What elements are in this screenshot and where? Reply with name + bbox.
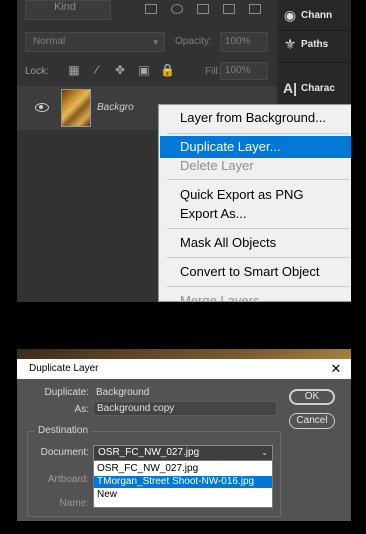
character-label: Charac (301, 82, 335, 94)
menu-separator (167, 257, 349, 258)
chevron-down-icon: ▾ (153, 37, 158, 47)
layer-name: Backgro (97, 102, 134, 113)
kind-filter-select[interactable]: Kind (25, 0, 111, 20)
artboard-label: Artboard: (47, 474, 89, 485)
channels-icon: ◉ (283, 6, 297, 23)
kind-filter-label: Kind (54, 1, 77, 13)
channels-panel-tab[interactable]: ◉ Chann (279, 2, 351, 28)
layer-filter-row: Kind (25, 0, 270, 20)
adjustment-filter-icon[interactable] (171, 4, 183, 14)
dialog-titlebar: Duplicate Layer ✕ (17, 359, 351, 379)
name-label: Name: (59, 498, 89, 509)
document-dropdown-list: OSR_FC_NW_027.jpg TMorgan_Street Shoot-N… (93, 460, 273, 508)
paths-label: Paths (301, 38, 329, 50)
paths-icon: ⚜ (283, 35, 297, 52)
menu-item-convert-to-smart-object[interactable]: Convert to Smart Object (160, 261, 351, 283)
paths-panel-tab[interactable]: ⚜ Paths (279, 31, 351, 57)
destination-label: Destination (35, 425, 92, 436)
opacity-label: Opacity: (175, 36, 212, 47)
cancel-button[interactable]: Cancel (289, 413, 335, 429)
menu-item-merge-layers[interactable]: Merge Layers (160, 290, 351, 301)
lock-all-icon[interactable]: 🔒 (160, 63, 175, 77)
duplicate-label: Duplicate: (44, 387, 89, 398)
document-label: Document: (40, 447, 89, 458)
lock-label: Lock: (25, 66, 49, 77)
as-name-input[interactable]: Background copy (93, 401, 277, 416)
menu-separator (167, 133, 349, 134)
close-icon[interactable]: ✕ (327, 359, 345, 379)
blend-mode-value: Normal (33, 36, 66, 47)
menu-item-delete-layer[interactable]: Delete Layer (160, 155, 351, 177)
lock-image-pixels-brush-icon[interactable]: ⁄ (90, 63, 104, 77)
lock-artboard-icon[interactable]: ▣ (137, 63, 151, 77)
ok-button[interactable]: OK (289, 389, 335, 405)
document-select[interactable]: OSR_FC_NW_027.jpg ⌄ (93, 445, 273, 461)
duplicate-layer-dialog: Duplicate Layer ✕ Duplicate: Background … (17, 359, 351, 521)
menu-separator (167, 179, 349, 180)
as-label: As: (74, 404, 89, 415)
blend-mode-select[interactable]: Normal ▾ (25, 32, 165, 52)
duplicate-layer-screenshot: Duplicate Layer ✕ Duplicate: Background … (17, 349, 351, 521)
chevron-down-icon: ⌄ (261, 448, 268, 457)
dialog-title: Duplicate Layer (29, 363, 99, 374)
divider (279, 62, 351, 63)
menu-item-layer-from-background[interactable]: Layer from Background... (160, 107, 351, 129)
document-select-value: OSR_FC_NW_027.jpg (98, 447, 200, 458)
channels-label: Chann (301, 9, 333, 21)
character-icon: A| (282, 80, 298, 96)
document-option-selected[interactable]: TMorgan_Street Shoot-NW-016.jpg (94, 476, 272, 488)
layers-panel-screenshot: Kind Normal ▾ Opacity: 100% Lock: ▦ ⁄ ✥ … (17, 0, 351, 302)
menu-item-mask-all-objects[interactable]: Mask All Objects (160, 232, 351, 254)
menu-separator (167, 228, 349, 229)
opacity-input[interactable]: 100% (220, 32, 268, 52)
document-option[interactable]: New (94, 489, 272, 501)
document-option[interactable]: OSR_FC_NW_027.jpg (94, 463, 272, 475)
lock-transparent-pixels-icon[interactable]: ▦ (67, 63, 81, 77)
lock-position-move-icon[interactable]: ✥ (113, 63, 127, 77)
eye-visibility-icon[interactable] (35, 103, 49, 112)
layer-thumbnail (61, 89, 91, 127)
layer-context-menu: Layer from Background... Duplicate Layer… (158, 104, 351, 302)
fill-label: Fill: (205, 66, 221, 77)
fill-input[interactable]: 100% (220, 62, 268, 80)
type-filter-icon[interactable] (197, 4, 209, 14)
character-panel-tab[interactable]: A| Charac (279, 75, 351, 101)
smart-object-filter-icon[interactable] (249, 4, 261, 14)
shape-filter-icon[interactable] (223, 4, 235, 14)
pixel-filter-icon[interactable] (145, 4, 157, 14)
menu-separator (167, 286, 349, 287)
duplicate-value: Background (96, 387, 150, 398)
menu-item-export-as[interactable]: Export As... (160, 203, 351, 225)
